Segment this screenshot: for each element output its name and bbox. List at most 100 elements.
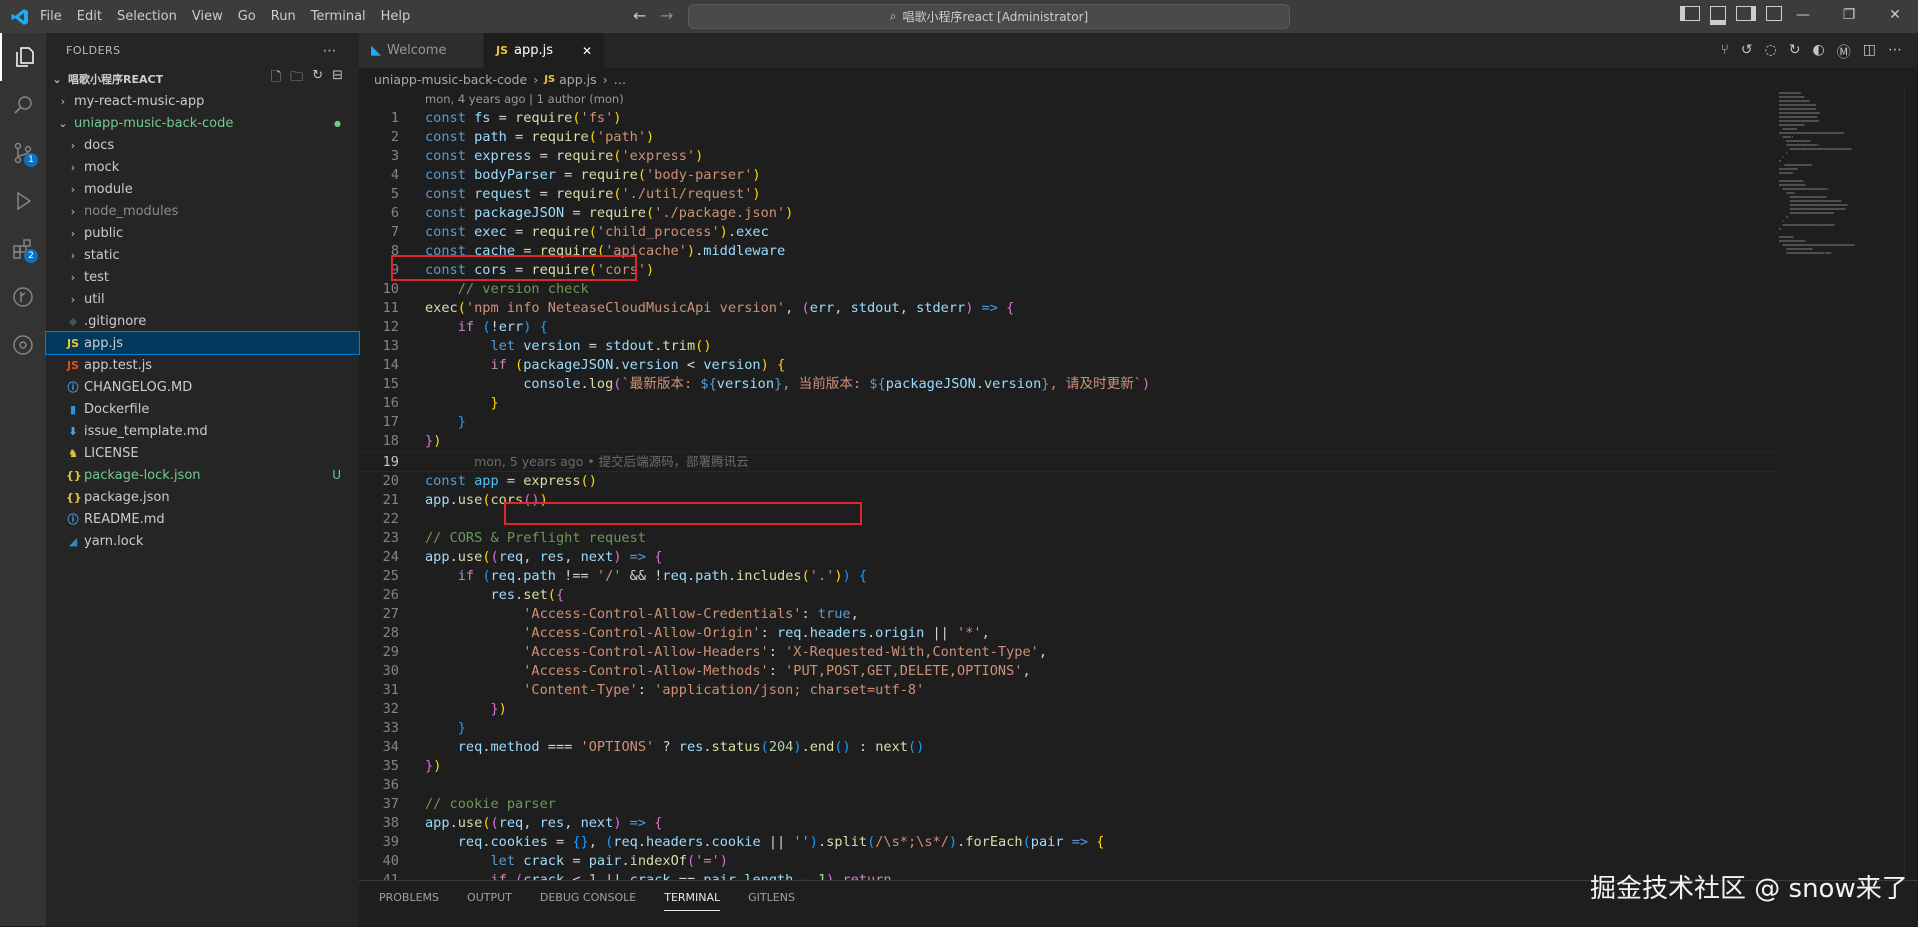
minimap-token [1790, 172, 1792, 174]
extensions-badge: 2 [24, 249, 38, 263]
menu-item-go[interactable]: Go [238, 9, 256, 24]
refresh-icon[interactable]: ↻ [312, 68, 323, 90]
code-token: === [539, 739, 581, 755]
code-token: , [850, 606, 859, 622]
split-editor-icon[interactable]: ◫ [1863, 42, 1876, 62]
minimize-icon[interactable]: — [1780, 7, 1826, 23]
close-tab-icon[interactable]: ✕ [582, 44, 592, 58]
panel-tab-terminal[interactable]: TERMINAL [664, 881, 721, 911]
code-token: 'X-Requested-With,Content-Type' [785, 644, 1039, 660]
folder-node-modules[interactable]: › node_modules [46, 200, 359, 222]
collapse-all-icon[interactable]: ⊟ [332, 68, 343, 90]
line-number: 28 [382, 625, 399, 641]
breadcrumb-file[interactable]: app.js [559, 72, 597, 87]
code-token: . [449, 815, 458, 831]
toggle-blame-icon[interactable]: ◐ [1813, 42, 1825, 62]
panel-tab-debug-console[interactable]: DEBUG CONSOLE [540, 881, 636, 910]
close-window-icon[interactable]: ✕ [1872, 7, 1918, 23]
git-graph-icon[interactable] [0, 273, 46, 321]
toggle-panel-icon[interactable] [1710, 6, 1726, 25]
menu-item-run[interactable]: Run [271, 9, 296, 24]
file-dockerfile[interactable]: ▮ Dockerfile [46, 398, 359, 420]
file-yarn-lock[interactable]: ◢ yarn.lock [46, 530, 359, 552]
minimap-token [1790, 108, 1794, 110]
menu-item-view[interactable]: View [192, 9, 223, 24]
tab-welcome[interactable]: ◣ Welcome [359, 33, 484, 68]
workspace-root[interactable]: ⌄ 唱歌小程序REACT 🗋 🗀 ↻ ⊟ [46, 68, 359, 90]
menu-item-terminal[interactable]: Terminal [311, 9, 366, 24]
folder-util[interactable]: › util [46, 288, 359, 310]
minimap-token [1798, 140, 1805, 142]
file-app-js[interactable]: JS app.js [45, 331, 360, 355]
folder-public[interactable]: › public [46, 222, 359, 244]
file-package-json[interactable]: {} package.json [46, 486, 359, 508]
minimap-token [1793, 188, 1799, 190]
code-token: split [826, 834, 868, 850]
forward-arrow-icon[interactable]: → [660, 6, 673, 25]
folder-test[interactable]: › test [46, 266, 359, 288]
toggle-sidebar-icon[interactable] [1680, 6, 1700, 21]
explorer-icon[interactable] [0, 33, 48, 81]
code-line: 19 mon, 5 years ago • 提交后端源码，部署腾讯云 [359, 451, 1779, 472]
file-issue-template-md[interactable]: ⬇ issue_template.md [46, 420, 359, 442]
minimap-token [1838, 132, 1840, 134]
layout-controls [1680, 6, 1782, 25]
folder-uniapp-music-back-code[interactable]: ⌄ uniapp-music-back-code ● [46, 112, 359, 134]
breadcrumb-folder[interactable]: uniapp-music-back-code [374, 72, 527, 87]
minimap[interactable] [1779, 90, 1904, 880]
more-icon[interactable]: ⋯ [1888, 42, 1902, 62]
folder-my-react-music-app[interactable]: › my-react-music-app [46, 90, 359, 112]
scrollbar[interactable] [1904, 90, 1918, 880]
command-center[interactable]: ⌕ 唱歌小程序react [Administrator] [688, 4, 1290, 29]
gitlens-icon[interactable]: Ⓜ [1837, 42, 1851, 62]
search-view-icon[interactable] [0, 81, 46, 129]
code-token: ) [686, 243, 696, 259]
file-package-lock-json[interactable]: {} package-lock.json U [46, 464, 359, 486]
code-token: { [539, 319, 548, 335]
remote-explorer-icon[interactable] [0, 321, 46, 369]
back-arrow-icon[interactable]: ← [633, 6, 646, 25]
open-changes-icon[interactable]: ↺ [1741, 42, 1753, 62]
menu-item-help[interactable]: Help [381, 9, 411, 24]
minimap-token [1816, 144, 1818, 146]
source-control-graph-icon[interactable]: ⑂ [1720, 42, 1728, 62]
folder-module[interactable]: › module [46, 178, 359, 200]
extensions-icon[interactable]: 2 [0, 225, 46, 273]
new-file-icon[interactable]: 🗋 [271, 68, 281, 90]
file-gitignore[interactable]: ◆ .gitignore [46, 310, 359, 332]
run-debug-icon[interactable] [0, 177, 46, 225]
code-token: app [474, 473, 499, 489]
codelens-authors[interactable]: mon, 4 years ago | 1 author (mon) [359, 90, 1779, 109]
code-token: let [490, 853, 524, 869]
folder-mock[interactable]: › mock [46, 156, 359, 178]
file-app-test-js[interactable]: JS app.test.js [46, 354, 359, 376]
panel-tab-gitlens[interactable]: GITLENS [748, 881, 795, 910]
file-license[interactable]: ♞ LICENSE [46, 442, 359, 464]
panel-tab-output[interactable]: OUTPUT [467, 881, 512, 910]
next-change-icon[interactable]: ↻ [1789, 42, 1801, 62]
more-actions-icon[interactable]: ⋯ [323, 43, 338, 59]
toggle-secondary-sidebar-icon[interactable] [1736, 6, 1756, 21]
menu-item-edit[interactable]: Edit [77, 9, 102, 24]
code-token: || [596, 872, 630, 880]
menu-item-selection[interactable]: Selection [117, 9, 177, 24]
breadcrumb-more[interactable]: … [614, 72, 627, 87]
source-control-icon[interactable]: 1 [0, 129, 46, 177]
previous-change-icon[interactable]: ◌ [1765, 42, 1777, 62]
folder-static[interactable]: › static [46, 244, 359, 266]
restore-icon[interactable]: ❐ [1826, 7, 1872, 23]
menu-item-file[interactable]: File [40, 9, 62, 24]
minimap-token [1853, 244, 1855, 246]
minimap-token [1846, 204, 1848, 206]
tab-app-js[interactable]: JS app.js ✕ [484, 33, 605, 68]
file-readme-md[interactable]: ⓘ README.md [46, 508, 359, 530]
code-editor[interactable]: mon, 4 years ago | 1 author (mon) 1 const… [359, 90, 1779, 880]
folder-docs[interactable]: › docs [46, 134, 359, 156]
new-folder-icon[interactable]: 🗀 [290, 68, 303, 90]
file-changelog-md[interactable]: ⓘ CHANGELOG.MD [46, 376, 359, 398]
panel-tab-problems[interactable]: PROBLEMS [379, 881, 439, 910]
